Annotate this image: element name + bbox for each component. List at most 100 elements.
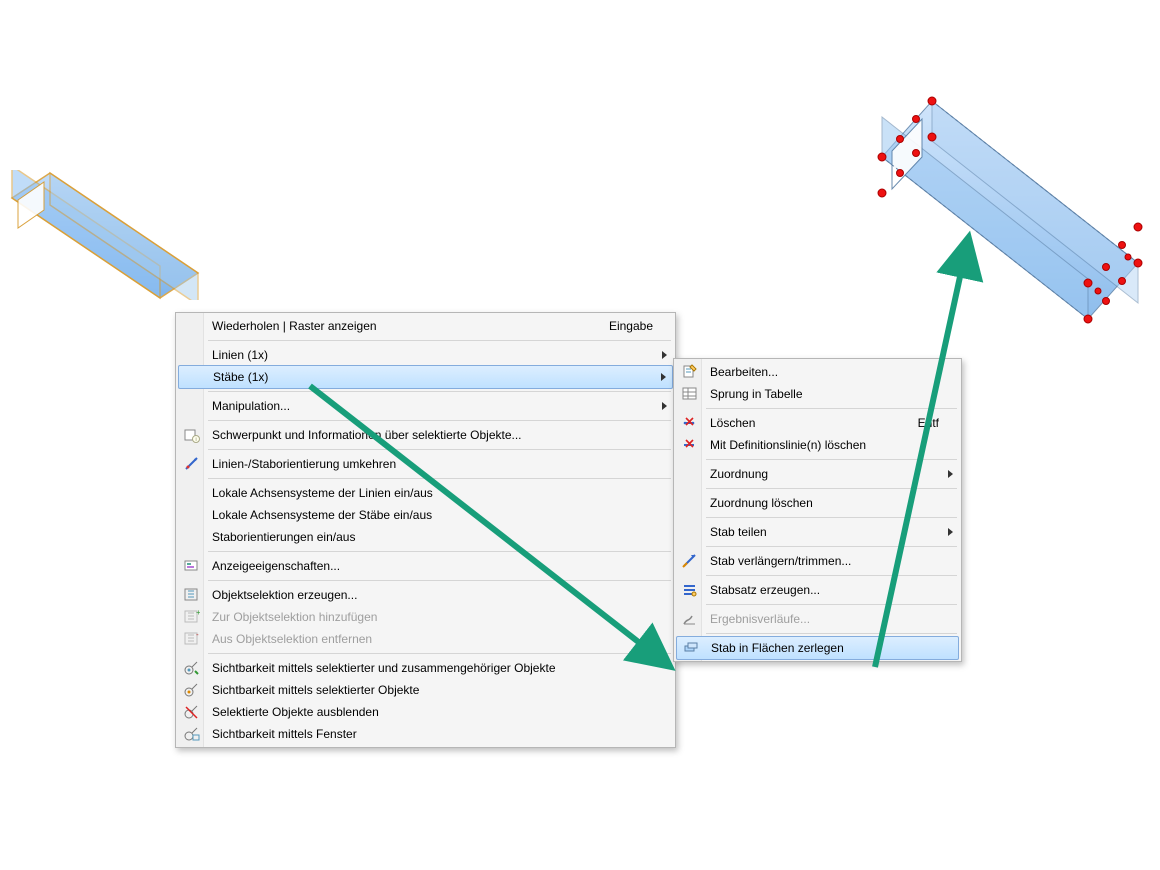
menu-item-label: Mit Definitionslinie(n) löschen <box>710 438 939 452</box>
menu-item-label: Linien (1x) <box>212 348 653 362</box>
menu1-item-22[interactable]: Sichtbarkeit mittels selektierter Objekt… <box>178 679 673 701</box>
menu-item-label: Sichtbarkeit mittels Fenster <box>212 727 653 741</box>
menu2-separator <box>706 517 957 518</box>
submenu-arrow-icon <box>948 528 953 536</box>
menu2-item-3[interactable]: LöschenEntf <box>676 412 959 434</box>
table-icon <box>682 386 698 402</box>
menu-item-label: Stabsatz erzeugen... <box>710 583 939 597</box>
menu1-item-7[interactable]: iSchwerpunkt und Informationen über sele… <box>178 424 673 446</box>
beam-result-surfaces <box>870 95 1150 335</box>
svg-text:i: i <box>195 437 196 443</box>
menu1-item-3[interactable]: Stäbe (1x) <box>178 365 673 389</box>
menu2-item-10[interactable]: Stab teilen <box>676 521 959 543</box>
explode-icon <box>683 640 699 656</box>
menu1-item-24[interactable]: Sichtbarkeit mittels Fenster <box>178 723 673 745</box>
submenu-arrow-icon <box>662 402 667 410</box>
menu1-item-5[interactable]: Manipulation... <box>178 395 673 417</box>
vis2-icon <box>184 682 200 698</box>
menu-item-label: Ergebnisverläufe... <box>710 612 939 626</box>
vis3-icon <box>184 704 200 720</box>
menu1-item-19: -Aus Objektselektion entfernen <box>178 628 673 650</box>
menu2-separator <box>706 488 957 489</box>
menu2-item-12[interactable]: Stab verlängern/trimmen... <box>676 550 959 572</box>
menu-item-label: Objektselektion erzeugen... <box>212 588 653 602</box>
menu-item-label: Lokale Achsensysteme der Stäbe ein/aus <box>212 508 653 522</box>
menu1-item-11[interactable]: Lokale Achsensysteme der Linien ein/aus <box>178 482 673 504</box>
display-icon <box>184 558 200 574</box>
submenu-arrow-icon <box>661 373 666 381</box>
menu1-item-15[interactable]: Anzeigeeigenschaften... <box>178 555 673 577</box>
orient-icon <box>184 456 200 472</box>
menu-item-label: Selektierte Objekte ausblenden <box>212 705 653 719</box>
menu2-item-6[interactable]: Zuordnung <box>676 463 959 485</box>
menu-item-label: Linien-/Staborientierung umkehren <box>212 457 653 471</box>
menu-item-label: Stab verlängern/trimmen... <box>710 554 939 568</box>
menu1-separator <box>208 580 671 581</box>
set-icon <box>682 582 698 598</box>
menu-item-label: Sichtbarkeit mittels selektierter Objekt… <box>212 683 653 697</box>
menu2-item-14[interactable]: Stabsatz erzeugen... <box>676 579 959 601</box>
sel-rem-icon: - <box>184 631 200 647</box>
menu-item-label: Bearbeiten... <box>710 365 939 379</box>
del-line-icon <box>682 437 698 453</box>
menu-item-label: Staborientierungen ein/aus <box>212 530 653 544</box>
menu-item-label: Stäbe (1x) <box>213 370 652 384</box>
menu1-item-2[interactable]: Linien (1x) <box>178 344 673 366</box>
sel-add-icon: + <box>184 609 200 625</box>
sel-make-icon <box>184 587 200 603</box>
menu-item-label: Zuordnung löschen <box>710 496 939 510</box>
menu1-item-18: + Zur Objektselektion hinzufügen <box>178 606 673 628</box>
results-icon <box>682 611 698 627</box>
vis4-icon <box>184 726 200 742</box>
extend-icon <box>682 553 698 569</box>
submenu-arrow-icon <box>948 470 953 478</box>
menu2-item-8[interactable]: Zuordnung löschen <box>676 492 959 514</box>
menu1-separator <box>208 391 671 392</box>
context-menu-main[interactable]: Wiederholen | Raster anzeigenEingabe Lini… <box>175 312 676 748</box>
menu-item-label: Anzeigeeigenschaften... <box>212 559 653 573</box>
menu1-item-23[interactable]: Selektierte Objekte ausblenden <box>178 701 673 723</box>
menu1-separator <box>208 420 671 421</box>
menu2-item-18[interactable]: Stab in Flächen zerlegen <box>676 636 959 660</box>
menu1-separator <box>208 478 671 479</box>
menu-item-label: Wiederholen | Raster anzeigen <box>212 319 579 333</box>
menu-item-label: Stab teilen <box>710 525 939 539</box>
menu1-separator <box>208 653 671 654</box>
menu-item-accel: Entf <box>888 416 939 430</box>
menu1-separator <box>208 340 671 341</box>
submenu-arrow-icon <box>662 351 667 359</box>
menu-item-label: Zuordnung <box>710 467 939 481</box>
menu1-item-9[interactable]: Linien-/Staborientierung umkehren <box>178 453 673 475</box>
menu2-item-4[interactable]: Mit Definitionslinie(n) löschen <box>676 434 959 456</box>
info-icon: i <box>184 427 200 443</box>
menu-item-label: Zur Objektselektion hinzufügen <box>212 610 653 624</box>
menu-item-label: Lokale Achsensysteme der Linien ein/aus <box>212 486 653 500</box>
menu2-separator <box>706 575 957 576</box>
menu1-separator <box>208 449 671 450</box>
menu1-separator <box>208 551 671 552</box>
menu2-separator <box>706 633 957 634</box>
menu-item-label: Sprung in Tabelle <box>710 387 939 401</box>
edit-icon <box>682 364 698 380</box>
menu1-item-17[interactable]: Objektselektion erzeugen... <box>178 584 673 606</box>
menu-item-label: Sichtbarkeit mittels selektierter und zu… <box>212 661 653 675</box>
menu1-item-0[interactable]: Wiederholen | Raster anzeigenEingabe <box>178 315 673 337</box>
menu2-item-1[interactable]: Sprung in Tabelle <box>676 383 959 405</box>
menu2-item-16: Ergebnisverläufe... <box>676 608 959 630</box>
menu2-separator <box>706 604 957 605</box>
menu-item-label: Löschen <box>710 416 888 430</box>
menu1-item-21[interactable]: Sichtbarkeit mittels selektierter und zu… <box>178 657 673 679</box>
menu-item-label: Stab in Flächen zerlegen <box>711 641 938 655</box>
svg-text:-: - <box>196 631 199 639</box>
menu2-separator <box>706 459 957 460</box>
menu2-item-0[interactable]: Bearbeiten... <box>676 361 959 383</box>
context-submenu-staebe[interactable]: Bearbeiten... Sprung in Tabelle LöschenEnt… <box>673 358 962 662</box>
menu1-item-13[interactable]: Staborientierungen ein/aus <box>178 526 673 548</box>
vis1-icon <box>184 660 200 676</box>
del-icon <box>682 415 698 431</box>
menu-item-accel: Eingabe <box>579 319 653 333</box>
menu1-item-12[interactable]: Lokale Achsensysteme der Stäbe ein/aus <box>178 504 673 526</box>
menu2-separator <box>706 546 957 547</box>
menu-item-label: Manipulation... <box>212 399 653 413</box>
beam-selected <box>10 170 200 300</box>
